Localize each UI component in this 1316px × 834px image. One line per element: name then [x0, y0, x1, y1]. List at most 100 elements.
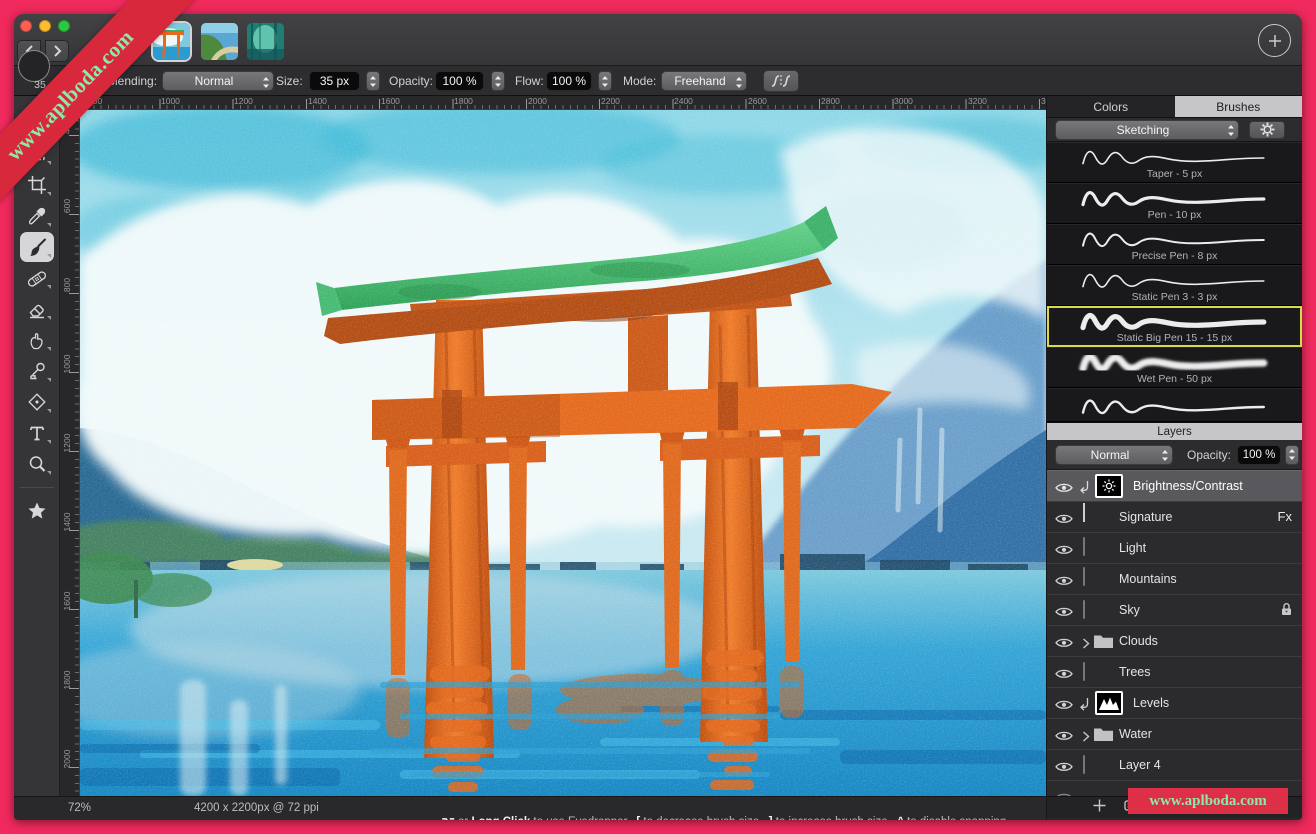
- layer-name: Layer 4: [1119, 758, 1161, 772]
- select-chevrons-icon: [262, 76, 270, 89]
- visibility-eye-icon[interactable]: [1055, 481, 1073, 499]
- stroke-smoothing-button[interactable]: [763, 70, 799, 92]
- layer-row-signature[interactable]: Signature Fx: [1047, 501, 1302, 532]
- brush-category-value: Sketching: [1117, 123, 1170, 137]
- canvas-viewport[interactable]: [80, 110, 1046, 796]
- warp-icon: [27, 392, 47, 412]
- size-stepper[interactable]: [366, 71, 380, 91]
- layer-name: Mountains: [1119, 572, 1177, 586]
- layer-row-trees[interactable]: Trees: [1047, 656, 1302, 687]
- layer-row-clouds-group[interactable]: Clouds: [1047, 625, 1302, 656]
- layer-thumbnail: [1083, 537, 1085, 556]
- select-chevrons-icon: [735, 76, 743, 89]
- brush-list: Taper - 5 px Pen - 10 px Precise Pen - 8…: [1047, 142, 1302, 422]
- select-chevrons-icon: [1161, 449, 1169, 462]
- tool-eyedropper[interactable]: [20, 201, 54, 231]
- visibility-eye-icon[interactable]: [1055, 636, 1073, 654]
- select-chevrons-icon: [1227, 124, 1235, 137]
- visibility-eye-icon[interactable]: [1055, 667, 1073, 685]
- document-tab-4[interactable]: [247, 23, 284, 60]
- tab-brushes[interactable]: Brushes: [1175, 96, 1303, 117]
- brush-item[interactable]: Precise Pen - 8 px: [1047, 224, 1302, 265]
- brush-settings-button[interactable]: [1249, 121, 1285, 139]
- visibility-eye-icon[interactable]: [1055, 760, 1073, 778]
- paint-brush-icon: [27, 237, 47, 257]
- blending-select[interactable]: Normal: [162, 71, 274, 91]
- tool-paint-brush-active[interactable]: [20, 232, 54, 262]
- visibility-eye-icon[interactable]: [1055, 605, 1073, 623]
- tool-favorites[interactable]: [20, 496, 54, 526]
- layer-row-light[interactable]: Light: [1047, 532, 1302, 563]
- gear-icon: [1260, 122, 1275, 137]
- tool-eraser[interactable]: [20, 294, 54, 324]
- layer-name: Signature: [1119, 510, 1173, 524]
- opacity-label: Opacity:: [389, 74, 433, 88]
- visibility-eye-icon[interactable]: [1055, 698, 1073, 716]
- tools-divider: [20, 487, 54, 488]
- canvas-artwork[interactable]: [80, 110, 1046, 796]
- brush-label: Taper - 5 px: [1147, 168, 1202, 180]
- tool-smudge[interactable]: [20, 325, 54, 355]
- mode-select[interactable]: Freehand: [661, 71, 747, 91]
- opacity-field[interactable]: 100 %: [435, 71, 484, 91]
- new-document-button[interactable]: [1258, 24, 1291, 57]
- lock-icon: [1281, 602, 1292, 619]
- layer-opacity-stepper[interactable]: [1285, 445, 1299, 465]
- flow-field[interactable]: 100 %: [546, 71, 592, 91]
- layer-name: Trees: [1119, 665, 1151, 679]
- brush-item[interactable]: Pen - 10 px: [1047, 183, 1302, 224]
- layers-list: Brightness/Contrast Signature Fx Light: [1047, 470, 1302, 796]
- layer-row-water-group[interactable]: Water: [1047, 718, 1302, 749]
- brush-stroke-preview: [1058, 146, 1292, 170]
- brush-item-partial[interactable]: [1047, 388, 1302, 422]
- layer-row-sky[interactable]: Sky: [1047, 594, 1302, 625]
- layer-name: Light: [1119, 541, 1146, 555]
- minimize-button[interactable]: [39, 20, 51, 32]
- visibility-eye-icon[interactable]: [1055, 729, 1073, 747]
- ruler-label: 1200: [234, 96, 253, 106]
- traffic-lights: [20, 20, 70, 32]
- opacity-stepper[interactable]: [491, 71, 505, 91]
- tool-type[interactable]: [20, 418, 54, 448]
- folder-chevron-icon[interactable]: [1082, 729, 1090, 747]
- tab-colors[interactable]: Colors: [1047, 96, 1175, 117]
- layer-row-mountains[interactable]: Mountains: [1047, 563, 1302, 594]
- tool-warp[interactable]: [20, 387, 54, 417]
- brush-item[interactable]: Static Pen 3 - 3 px: [1047, 265, 1302, 306]
- size-field[interactable]: 35 px: [309, 71, 360, 91]
- brush-item[interactable]: Taper - 5 px: [1047, 142, 1302, 183]
- layers-header: Layers: [1047, 422, 1302, 440]
- close-button[interactable]: [20, 20, 32, 32]
- document-tab-3[interactable]: [201, 23, 238, 60]
- brush-stroke-preview: [1058, 269, 1292, 293]
- mode-label: Mode:: [623, 74, 656, 88]
- visibility-eye-icon[interactable]: [1055, 791, 1073, 796]
- layer-blend-select[interactable]: Normal: [1055, 445, 1173, 465]
- fullscreen-button[interactable]: [58, 20, 70, 32]
- visibility-eye-icon[interactable]: [1055, 574, 1073, 592]
- flow-label: Flow:: [515, 74, 544, 88]
- add-layer-button[interactable]: [1093, 799, 1106, 817]
- layer-name: Clouds: [1119, 634, 1158, 648]
- tool-retouch[interactable]: [20, 263, 54, 293]
- visibility-eye-icon[interactable]: [1055, 543, 1073, 561]
- brush-category-select[interactable]: Sketching: [1055, 120, 1239, 140]
- tool-zoom[interactable]: [20, 449, 54, 479]
- layer-row-levels[interactable]: Levels: [1047, 687, 1302, 718]
- flow-stepper[interactable]: [598, 71, 612, 91]
- layer-row-brightness-contrast[interactable]: Brightness/Contrast: [1047, 470, 1302, 501]
- ruler-label: 2600: [748, 96, 767, 106]
- effects-badge[interactable]: Fx: [1278, 509, 1292, 524]
- layer-opacity-field[interactable]: 100 %: [1237, 445, 1281, 465]
- folder-chevron-icon[interactable]: [1082, 636, 1090, 654]
- chevron-right-icon: [53, 45, 62, 57]
- brush-item[interactable]: Wet Pen - 50 px: [1047, 347, 1302, 388]
- layer-row-layer4[interactable]: Layer 4: [1047, 749, 1302, 780]
- tool-clone-stamp[interactable]: [20, 356, 54, 386]
- visibility-eye-icon[interactable]: [1055, 512, 1073, 530]
- brush-item-selected[interactable]: Static Big Pen 15 - 15 px: [1047, 306, 1302, 347]
- vertical-ruler: 400 600 800 1000 1200 1400 1600 1800 200…: [60, 110, 80, 796]
- horizontal-ruler: 800 1000 1200 1400 1600 1800 2000 2200 2…: [80, 96, 1046, 110]
- right-panel: Colors Brushes Sketching Tap: [1046, 96, 1302, 820]
- brush-preview-circle: [18, 50, 50, 82]
